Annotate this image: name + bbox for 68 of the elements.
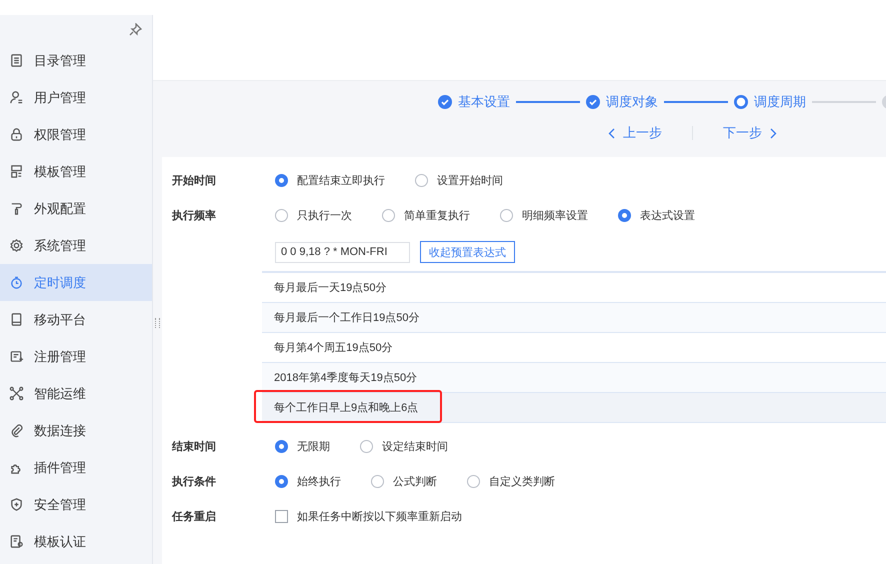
radio-option[interactable]: 无限期 <box>275 439 330 454</box>
step-label: 调度周期 <box>754 93 806 111</box>
next-step-button[interactable]: 下一步 <box>723 124 777 142</box>
sidebar-item[interactable]: 注册管理 <box>0 338 152 375</box>
sidebar-item[interactable]: 安全管理 <box>0 486 152 523</box>
previous-step-button[interactable]: 上一步 <box>608 124 662 142</box>
list-icon <box>9 53 24 68</box>
field-label: 结束时间 <box>172 440 217 454</box>
sidebar-item[interactable]: 外观配置 <box>0 190 152 227</box>
step-label: 调度对象 <box>606 93 658 111</box>
layout-icon <box>9 164 24 179</box>
checkbox[interactable] <box>275 510 288 523</box>
field-label: 开始时间 <box>172 174 217 188</box>
paperclip-icon <box>9 423 24 438</box>
nodes-icon <box>9 386 24 401</box>
sidebar-item[interactable]: 智能运维 <box>0 375 152 412</box>
pin-icon[interactable] <box>129 23 142 36</box>
sidebar-item[interactable]: 数据连接 <box>0 412 152 449</box>
radio-button[interactable] <box>275 440 288 453</box>
radio-button[interactable] <box>467 475 480 488</box>
radio-option[interactable]: 明细频率设置 <box>500 208 588 223</box>
radio-button[interactable] <box>500 209 513 222</box>
radio-option[interactable]: 只执行一次 <box>275 208 352 223</box>
radio-option[interactable]: 始终执行 <box>275 474 341 489</box>
certificate-icon <box>9 534 24 549</box>
preset-expression-item[interactable]: 每月最后一个工作日19点50分 <box>262 303 886 333</box>
radio-button[interactable] <box>275 209 288 222</box>
radio-option[interactable]: 配置结束立即执行 <box>275 173 385 188</box>
sidebar-item[interactable]: 模板认证 <box>0 523 152 560</box>
radio-option[interactable]: 表达式设置 <box>618 208 695 223</box>
field-label: 任务重启 <box>172 510 217 524</box>
phone-icon <box>9 312 24 327</box>
sidebar-item[interactable]: 用户管理 <box>0 79 152 116</box>
radio-button[interactable] <box>382 209 395 222</box>
checkbox-option[interactable]: 如果任务中断按以下频率重新启动 <box>275 509 462 524</box>
sidebar-item[interactable]: 权限管理 <box>0 116 152 153</box>
form-icon <box>9 349 24 364</box>
shield-icon <box>9 497 24 512</box>
person-icon <box>9 90 24 105</box>
radio-option[interactable]: 简单重复执行 <box>382 208 470 223</box>
chevron-left-icon <box>608 128 615 138</box>
expression-field[interactable]: 0 0 9,18 ? * MON-FRI <box>275 242 410 262</box>
radio-option[interactable]: 设置开始时间 <box>415 173 503 188</box>
sidebar-item[interactable]: 系统管理 <box>0 227 152 264</box>
step-label: 基本设置 <box>458 93 510 111</box>
radio-button[interactable] <box>371 475 384 488</box>
sidebar-item[interactable]: 模板管理 <box>0 153 152 190</box>
radio-button[interactable] <box>618 209 631 222</box>
sidebar-item[interactable]: 插件管理 <box>0 449 152 486</box>
chevron-right-icon <box>770 128 777 138</box>
radio-button[interactable] <box>415 174 428 187</box>
lock-icon <box>9 127 24 142</box>
radio-button[interactable] <box>275 475 288 488</box>
radio-option[interactable]: 设定结束时间 <box>360 439 448 454</box>
gear-icon <box>9 238 24 253</box>
collapse-presets-button[interactable]: 收起预置表达式 <box>420 241 515 263</box>
radio-option[interactable]: 公式判断 <box>371 474 437 489</box>
sidebar-item[interactable]: 目录管理 <box>0 42 152 79</box>
stopwatch-icon <box>9 275 24 290</box>
preset-expression-item[interactable]: 2018年第4季度每天19点50分 <box>262 363 886 393</box>
field-label: 执行频率 <box>172 208 217 223</box>
radio-button[interactable] <box>275 174 288 187</box>
radio-button[interactable] <box>360 440 373 453</box>
radio-option[interactable]: 自定义类判断 <box>467 474 555 489</box>
field-label: 执行条件 <box>172 474 217 489</box>
sidebar-item[interactable]: 移动平台 <box>0 301 152 338</box>
resize-handle[interactable] <box>155 318 160 328</box>
brush-icon <box>9 201 24 216</box>
